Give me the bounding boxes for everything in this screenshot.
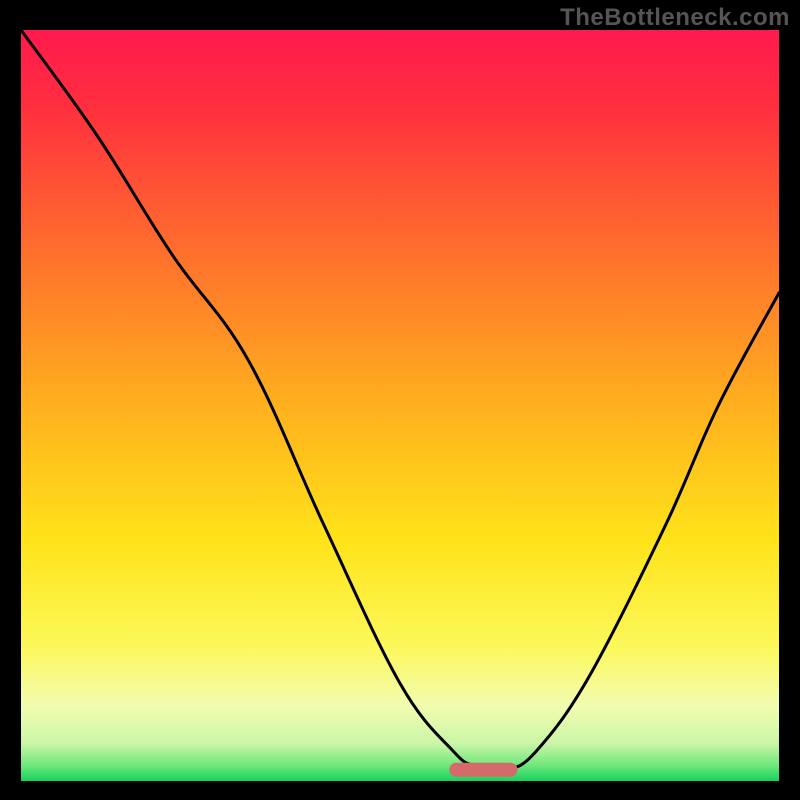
chart-frame: TheBottleneck.com — [0, 0, 800, 800]
plot-area — [21, 30, 779, 781]
target-marker-pill — [449, 763, 517, 777]
bottleneck-chart — [21, 30, 779, 781]
gradient-background — [21, 30, 779, 781]
watermark-text: TheBottleneck.com — [560, 4, 790, 32]
